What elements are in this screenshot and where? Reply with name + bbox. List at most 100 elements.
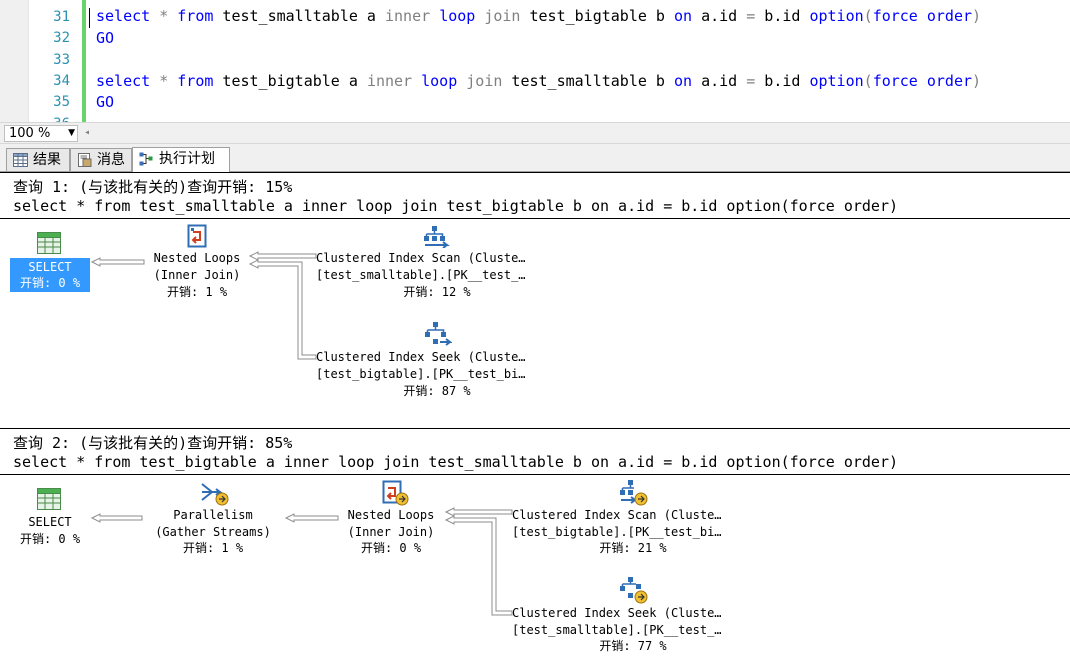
line-number: 30 [53, 0, 70, 2]
code-token: GO [96, 93, 115, 111]
code-token: option [809, 72, 864, 90]
code-token: b.id [755, 7, 810, 25]
nested-loops-icon [382, 480, 409, 506]
node-cost: 开销: 21 % [599, 541, 667, 555]
node-label: Clustered Index Scan (Cluste… [316, 251, 526, 265]
messages-icon [78, 153, 92, 167]
scroll-left-icon[interactable]: ◂ [84, 124, 90, 142]
node-cost: 开销: 1 % [166, 285, 228, 299]
code-token: loop [439, 7, 476, 25]
code-token: on [674, 72, 693, 90]
zoom-select[interactable]: 100 % ▼ [4, 125, 78, 142]
code-token: from [177, 72, 214, 90]
tab-messages[interactable]: 消息 [70, 148, 132, 171]
tab-execution-plan[interactable]: 执行计划 [132, 147, 230, 172]
code-line[interactable]: GO [96, 94, 114, 110]
tab-label: 执行计划 [159, 151, 215, 167]
code-token: from [177, 7, 214, 25]
results-tab-strip: 结果 消息 执行计划 [0, 144, 1070, 172]
code-token: force order [872, 72, 973, 90]
query-2-header: 查询 2: (与该批有关的)查询开销: 85% select * from te… [0, 428, 1070, 475]
node-label: SELECT [28, 260, 72, 274]
code-token: join [466, 72, 503, 90]
clustered-index-seek-icon [425, 322, 452, 346]
code-token: * [150, 7, 178, 25]
code-token: select [96, 7, 151, 25]
grid-icon [13, 153, 28, 167]
editor-margin [0, 0, 29, 122]
line-number: 34 [53, 73, 70, 89]
code-line[interactable]: select * from test_smalltable a inner lo… [96, 8, 981, 24]
tab-label: 结果 [33, 152, 61, 168]
code-token: b.id [755, 72, 810, 90]
line-number: 31 [53, 9, 70, 25]
node-label: Clustered Index Seek (Cluste… [316, 350, 526, 364]
code-token: test_smalltable a [213, 7, 385, 25]
node-sublabel: [test_bigtable].[PK__test_bi… [316, 367, 526, 381]
node-sublabel: [test_bigtable].[PK__test_bi… [512, 525, 722, 539]
line-number: 35 [53, 94, 70, 110]
code-line[interactable]: select * from test_bigtable a inner loop… [96, 73, 981, 89]
code-token: a.id [692, 72, 747, 90]
code-line[interactable]: GO [96, 30, 114, 46]
node-cost: 开销: 0 % [19, 276, 81, 290]
text-cursor [89, 8, 90, 28]
code-token: select [96, 72, 151, 90]
code-token: = [746, 72, 756, 90]
clustered-index-scan-icon [424, 226, 450, 248]
execution-plan-pane[interactable]: 查询 1: (与该批有关的)查询开销: 15% select * from te… [0, 172, 1070, 658]
code-token: inner [366, 72, 413, 90]
change-indicator-bar [82, 0, 86, 122]
select-icon [37, 488, 61, 510]
code-token: test_smalltable b [502, 72, 674, 90]
node-cost: 开销: 1 % [182, 541, 244, 555]
select-node-selected[interactable]: SELECT 开销: 0 % [10, 258, 90, 292]
query-cost-label: 查询 2: (与该批有关的)查询开销: 85% [13, 434, 293, 452]
node-label: SELECT [28, 515, 72, 529]
code-token: join [484, 7, 521, 25]
code-token: on [674, 7, 693, 25]
parallelism-icon [201, 483, 229, 506]
node-label: Parallelism [173, 508, 253, 522]
clustered-index-seek-icon [620, 577, 648, 604]
node-sublabel: [test_smalltable].[PK__test_… [512, 623, 722, 637]
tab-label: 消息 [97, 152, 125, 168]
execution-plan-icon [139, 152, 153, 166]
code-token: = [746, 7, 756, 25]
line-numbers: 30 31 32 33 34 35 36 [28, 0, 72, 122]
code-token: loop [421, 72, 458, 90]
chevron-down-icon[interactable]: ▼ [68, 126, 75, 141]
code-token: ) [972, 7, 982, 25]
code-token: inner [385, 7, 431, 25]
zoom-value: 100 % [9, 126, 51, 141]
code-token: a.id [692, 7, 747, 25]
node-cost: 开销: 87 % [403, 384, 471, 398]
node-sublabel: (Inner Join) [347, 525, 435, 539]
arrow-parallel-to-select-q2 [90, 513, 143, 523]
code-token: test_bigtable b [520, 7, 674, 25]
sql-editor[interactable]: 30 31 32 33 34 35 36 select * from test_… [0, 0, 1070, 122]
node-cost: 开销: 0 % [19, 532, 81, 546]
node-label: Nested Loops [153, 251, 241, 265]
node-cost: 开销: 12 % [403, 285, 471, 299]
node-sublabel: (Gather Streams) [155, 525, 271, 539]
line-number: 33 [53, 52, 70, 68]
tab-results[interactable]: 结果 [6, 148, 70, 171]
plan-arrows [90, 251, 513, 616]
node-cost: 开销: 0 % [360, 541, 422, 555]
select-icon [37, 232, 61, 254]
code-token: ) [972, 72, 982, 90]
node-sublabel: (Inner Join) [153, 268, 241, 282]
node-label: Clustered Index Scan (Cluste… [512, 508, 722, 522]
node-sublabel: [test_smalltable].[PK__test_… [316, 268, 526, 282]
node-label: Nested Loops [347, 508, 435, 522]
code-token: force order [872, 7, 973, 25]
node-cost: 开销: 77 % [599, 639, 667, 653]
code-token: * [150, 72, 178, 90]
code-token: ( [863, 72, 873, 90]
code-token: GO [96, 29, 115, 47]
